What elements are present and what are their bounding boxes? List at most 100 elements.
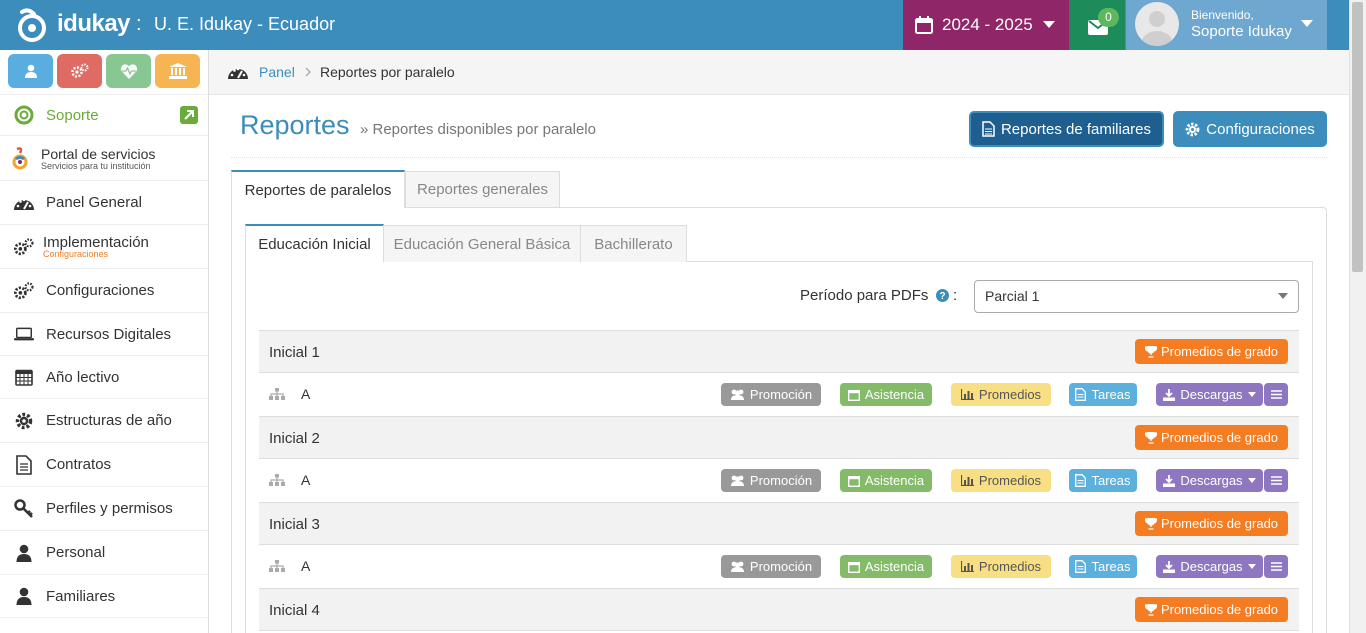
- calendar-icon: [847, 561, 860, 573]
- promedios-button[interactable]: Promedios: [951, 469, 1051, 492]
- breadcrumb-link-panel[interactable]: Panel: [259, 64, 295, 80]
- caret-down-icon[interactable]: [1301, 20, 1313, 28]
- promedios-button[interactable]: Promedios: [951, 555, 1051, 578]
- promedios-grado-button[interactable]: Promedios de grado: [1135, 597, 1288, 622]
- sidebar-item-panel-general[interactable]: Panel General: [0, 181, 208, 225]
- sidebar-item-label: Panel General: [46, 194, 142, 211]
- grade-name: Inicial 2: [269, 430, 320, 447]
- asistencia-label: Asistencia: [864, 559, 925, 574]
- menu-button[interactable]: [1264, 383, 1288, 406]
- bars-icon: [1270, 390, 1282, 399]
- sidebar-item-support[interactable]: Soporte: [0, 94, 208, 136]
- external-link-icon[interactable]: [180, 106, 198, 124]
- tab-bachillerato[interactable]: Bachillerato: [580, 225, 687, 262]
- promocion-button[interactable]: Promoción: [721, 383, 821, 406]
- tareas-button[interactable]: Tareas: [1069, 383, 1137, 406]
- section-name: A: [301, 386, 311, 402]
- sidebar-item-implementacion[interactable]: Implementación Configuraciones: [0, 225, 208, 269]
- sidebar-item-estructuras-de-ano[interactable]: Estructuras de año: [0, 399, 208, 443]
- promedios-grado-button[interactable]: Promedios de grado: [1135, 425, 1288, 450]
- tareas-button[interactable]: Tareas: [1069, 469, 1137, 492]
- avatar[interactable]: [1135, 2, 1179, 46]
- menu-button[interactable]: [1264, 469, 1288, 492]
- promedios-grado-label: Promedios de grado: [1160, 430, 1279, 445]
- sidebar-item-personal[interactable]: Personal: [0, 531, 208, 575]
- promocion-label: Promoción: [749, 473, 813, 488]
- configuraciones-button[interactable]: Configuraciones: [1173, 111, 1327, 147]
- promedios-grado-button[interactable]: Promedios de grado: [1135, 511, 1288, 536]
- sidebar-item-familiares[interactable]: Familiares: [0, 575, 208, 618]
- school-name: U. E. Idukay - Ecuador: [154, 14, 336, 34]
- asistencia-label: Asistencia: [864, 387, 925, 402]
- sidebar-item-label: Estructuras de año: [46, 412, 172, 429]
- quick-button-user[interactable]: [8, 54, 53, 88]
- gears-icon: [14, 237, 34, 257]
- menu-button[interactable]: [1264, 555, 1288, 578]
- sitemap-icon: [269, 474, 285, 486]
- sidebar-item-portal[interactable]: Portal de servicios Servicios para tu in…: [0, 137, 208, 181]
- tab-educacion-inicial[interactable]: Educación Inicial: [245, 224, 384, 262]
- user-name: Soporte Idukay: [1191, 23, 1292, 40]
- period-label: Período para PDFs: [800, 287, 929, 304]
- asistencia-button[interactable]: Asistencia: [840, 469, 932, 492]
- reportes-familiares-button[interactable]: Reportes de familiares: [969, 111, 1164, 147]
- bar-chart-icon: [960, 475, 974, 486]
- descargas-dropdown[interactable]: Descargas: [1156, 383, 1263, 406]
- promedios-button[interactable]: Promedios: [951, 383, 1051, 406]
- laptop-icon: [14, 327, 34, 341]
- sidebar-item-recursos-digitales[interactable]: Recursos Digitales: [0, 313, 208, 356]
- tareas-button[interactable]: Tareas: [1069, 555, 1137, 578]
- brand-name[interactable]: idukay: [57, 10, 131, 38]
- promocion-label: Promoción: [749, 387, 813, 402]
- tareas-label: Tareas: [1091, 473, 1131, 488]
- quick-button-health[interactable]: [106, 54, 151, 88]
- asistencia-button[interactable]: Asistencia: [840, 383, 932, 406]
- sidebar-item-contratos[interactable]: Contratos: [0, 443, 208, 487]
- descargas-dropdown[interactable]: Descargas: [1156, 469, 1263, 492]
- section-row: A Promoción Asistencia Promedios Tareas …: [259, 545, 1299, 588]
- trophy-icon: [1144, 431, 1157, 444]
- key-icon: [14, 498, 34, 519]
- question-circle-icon[interactable]: ?: [936, 289, 949, 302]
- messages-button[interactable]: [1069, 0, 1125, 50]
- sidebar-item-label: Familiares: [46, 587, 116, 605]
- school-year-selector[interactable]: 2024 - 2025: [903, 0, 1069, 50]
- document-icon: [14, 454, 34, 475]
- tab-reportes-generales[interactable]: Reportes generales: [405, 171, 560, 207]
- scrollbar-thumb[interactable]: [1352, 2, 1363, 272]
- lifebuoy-icon: [14, 105, 34, 125]
- caret-down-icon: [1247, 478, 1256, 483]
- header-divider: [231, 157, 1327, 158]
- sidebar-item-configuraciones[interactable]: Configuraciones: [0, 269, 208, 313]
- promedios-label: Promedios: [978, 559, 1042, 574]
- promocion-button[interactable]: Promoción: [721, 469, 821, 492]
- promedios-label: Promedios: [978, 387, 1042, 402]
- quick-button-institution[interactable]: [155, 54, 200, 88]
- descargas-label: Descargas: [1180, 559, 1243, 574]
- bar-chart-icon: [960, 389, 974, 400]
- grade-group-header: Inicial 4 Promedios de grado: [259, 588, 1299, 631]
- user-icon: [24, 64, 37, 78]
- bars-icon: [1270, 476, 1282, 485]
- caret-down-icon: [1278, 293, 1288, 299]
- descargas-dropdown[interactable]: Descargas: [1156, 555, 1263, 578]
- tab-reportes-paralelos[interactable]: Reportes de paralelos: [231, 170, 405, 208]
- tab-educacion-general-basica[interactable]: Educación General Básica: [383, 225, 581, 262]
- sidebar-item-label: Contratos: [46, 456, 112, 473]
- grade-name: Inicial 3: [269, 516, 320, 533]
- idukay-logo-icon[interactable]: [14, 8, 50, 42]
- promedios-grado-label: Promedios de grado: [1160, 344, 1279, 359]
- asistencia-label: Asistencia: [864, 473, 925, 488]
- promedios-grado-label: Promedios de grado: [1160, 516, 1279, 531]
- sidebar-item-ano-lectivo[interactable]: Año lectivo: [0, 356, 208, 399]
- promedios-grado-button[interactable]: Promedios de grado: [1135, 339, 1288, 364]
- page-subtitle: » Reportes disponibles por paralelo: [360, 121, 596, 138]
- sidebar-item-perfiles-y-permisos[interactable]: Perfiles y permisos: [0, 487, 208, 531]
- asistencia-button[interactable]: Asistencia: [840, 555, 932, 578]
- support-label: Soporte: [46, 106, 99, 124]
- promocion-button[interactable]: Promoción: [721, 555, 821, 578]
- quick-button-gears[interactable]: [57, 54, 102, 88]
- download-icon: [1163, 560, 1176, 573]
- caret-down-icon: [1247, 564, 1256, 569]
- period-select[interactable]: Parcial 1: [974, 280, 1299, 313]
